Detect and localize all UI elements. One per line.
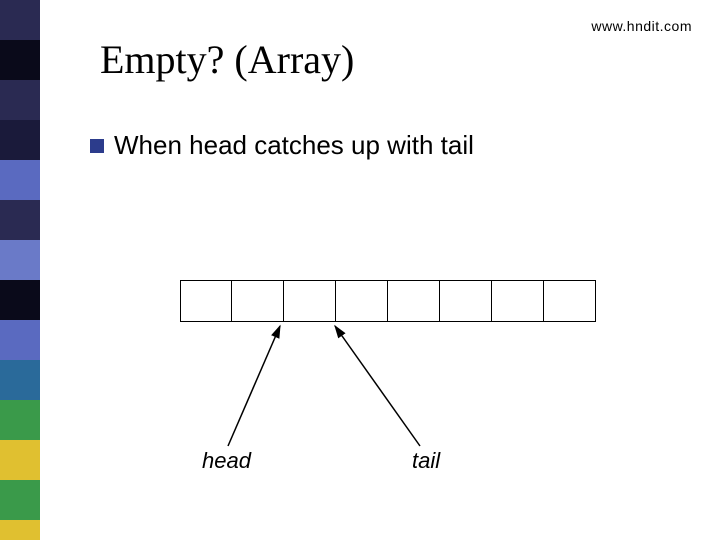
tail-label: tail (412, 448, 440, 474)
slide: www.hndit.com Empty? (Array) When head c… (0, 0, 720, 540)
head-label: head (202, 448, 251, 474)
tail-arrow-icon (0, 0, 720, 540)
